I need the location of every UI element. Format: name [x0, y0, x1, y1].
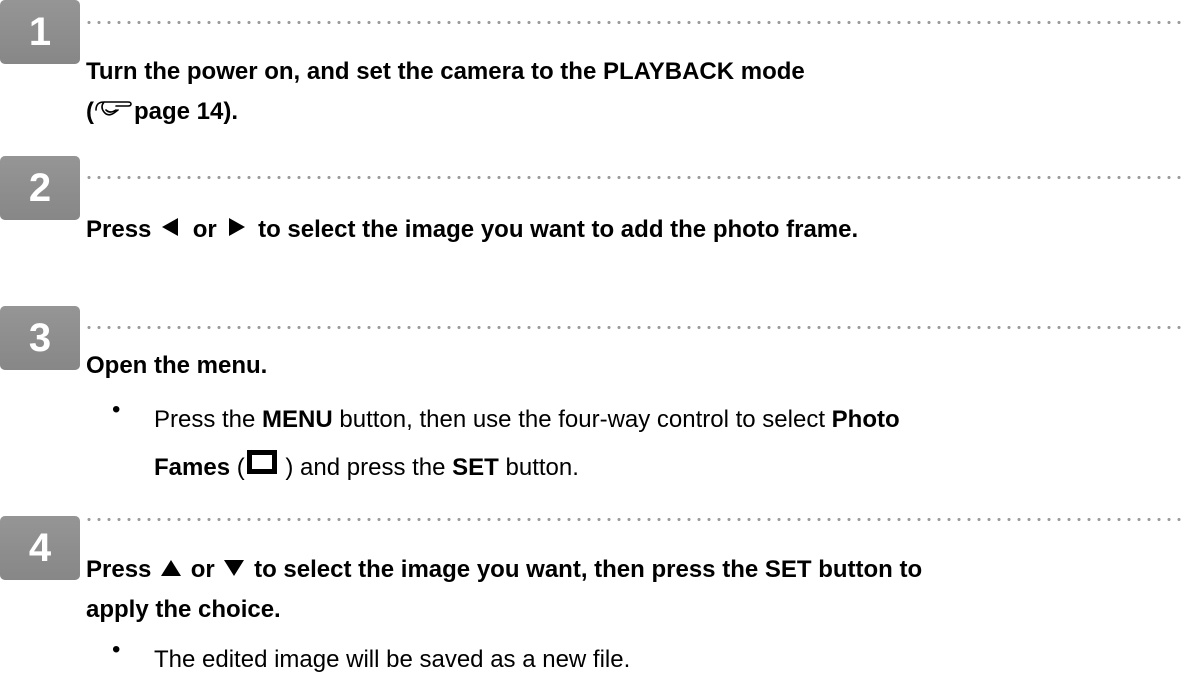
- bullet-marker: •: [112, 636, 121, 663]
- step-3-bullet-line-2: Fames ( ) and press the SET button.: [154, 444, 1166, 493]
- step-3-bullet-line-1: Press the MENU button, then use the four…: [154, 406, 900, 433]
- arrow-left-icon: [158, 211, 186, 251]
- step-heading: Press or to select the image you want, t…: [86, 550, 1178, 591]
- dotted-divider: [84, 326, 1186, 329]
- dotted-divider: [84, 21, 1186, 24]
- step-number-badge: 3: [0, 306, 80, 370]
- step-number-badge: 4: [0, 516, 80, 580]
- step-heading: Open the menu.: [86, 352, 268, 379]
- step-heading: Press or to select the image you want to…: [86, 210, 1178, 251]
- step-heading: Turn the power on, and set the camera to…: [86, 58, 805, 85]
- dotted-divider: [84, 518, 1186, 521]
- arrow-down-icon: [221, 551, 247, 591]
- step-heading-continued: ( page 14).: [86, 92, 1178, 133]
- step-number-badge: 2: [0, 156, 80, 220]
- dotted-divider: [84, 176, 1186, 179]
- step-number-badge: 1: [0, 0, 80, 64]
- step-heading-continued: apply the choice.: [86, 596, 281, 623]
- bullet-marker: •: [112, 396, 121, 423]
- step-4-bullet: The edited image will be saved as a new …: [154, 646, 631, 673]
- arrow-right-icon: [223, 211, 251, 251]
- arrow-up-icon: [158, 551, 184, 591]
- photo-frame-icon: [245, 445, 279, 493]
- hand-pointing-icon: [94, 93, 134, 133]
